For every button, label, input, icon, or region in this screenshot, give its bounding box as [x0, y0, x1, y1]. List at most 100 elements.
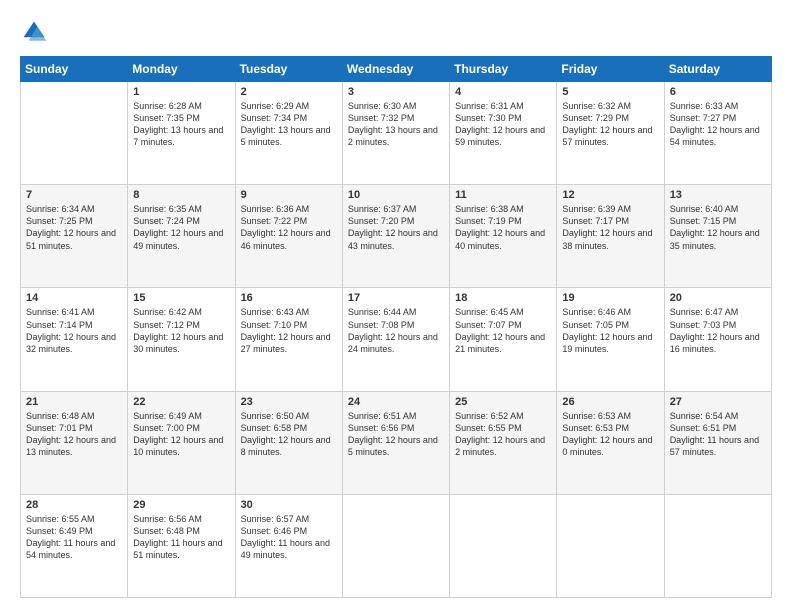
- calendar-cell: 1 Sunrise: 6:28 AMSunset: 7:35 PMDaylight…: [128, 82, 235, 185]
- col-header-monday: Monday: [128, 57, 235, 82]
- calendar-cell: 18 Sunrise: 6:45 AMSunset: 7:07 PMDayligh…: [450, 288, 557, 391]
- day-number: 24: [348, 396, 444, 408]
- calendar-cell: 28 Sunrise: 6:55 AMSunset: 6:49 PMDayligh…: [21, 494, 128, 597]
- day-number: 10: [348, 189, 444, 201]
- logo-icon: [20, 18, 48, 46]
- calendar-cell: 25 Sunrise: 6:52 AMSunset: 6:55 PMDayligh…: [450, 391, 557, 494]
- calendar-cell: 24 Sunrise: 6:51 AMSunset: 6:56 PMDayligh…: [342, 391, 449, 494]
- calendar-cell: 8 Sunrise: 6:35 AMSunset: 7:24 PMDaylight…: [128, 185, 235, 288]
- cell-info: Sunrise: 6:54 AMSunset: 6:51 PMDaylight:…: [670, 410, 766, 459]
- col-header-sunday: Sunday: [21, 57, 128, 82]
- calendar-cell: 5 Sunrise: 6:32 AMSunset: 7:29 PMDaylight…: [557, 82, 664, 185]
- week-row-3: 14 Sunrise: 6:41 AMSunset: 7:14 PMDayligh…: [21, 288, 772, 391]
- cell-info: Sunrise: 6:50 AMSunset: 6:58 PMDaylight:…: [241, 410, 337, 459]
- calendar-cell: 3 Sunrise: 6:30 AMSunset: 7:32 PMDaylight…: [342, 82, 449, 185]
- day-number: 25: [455, 396, 551, 408]
- calendar-cell: 12Sunrise: 6:39 AMSunset: 7:17 PMDayligh…: [557, 185, 664, 288]
- cell-info: Sunrise: 6:40 AMSunset: 7:15 PMDaylight:…: [670, 203, 766, 252]
- cell-info: Sunrise: 6:38 AMSunset: 7:19 PMDaylight:…: [455, 203, 551, 252]
- calendar-header-row: SundayMondayTuesdayWednesdayThursdayFrid…: [21, 57, 772, 82]
- day-number: 19: [562, 292, 658, 304]
- calendar-cell: 9 Sunrise: 6:36 AMSunset: 7:22 PMDaylight…: [235, 185, 342, 288]
- day-number: 16: [241, 292, 337, 304]
- day-number: 1: [133, 86, 229, 98]
- cell-info: Sunrise: 6:44 AMSunset: 7:08 PMDaylight:…: [348, 306, 444, 355]
- day-number: 13: [670, 189, 766, 201]
- calendar-cell: 16 Sunrise: 6:43 AMSunset: 7:10 PMDayligh…: [235, 288, 342, 391]
- day-number: 20: [670, 292, 766, 304]
- calendar-cell: 22 Sunrise: 6:49 AMSunset: 7:00 PMDayligh…: [128, 391, 235, 494]
- header: [20, 18, 772, 46]
- calendar-cell: [342, 494, 449, 597]
- day-number: 7: [26, 189, 122, 201]
- calendar-cell: [557, 494, 664, 597]
- cell-info: Sunrise: 6:56 AMSunset: 6:48 PMDaylight:…: [133, 513, 229, 562]
- calendar-cell: [450, 494, 557, 597]
- calendar-cell: [664, 494, 771, 597]
- calendar-table: SundayMondayTuesdayWednesdayThursdayFrid…: [20, 56, 772, 598]
- day-number: 3: [348, 86, 444, 98]
- cell-info: Sunrise: 6:45 AMSunset: 7:07 PMDaylight:…: [455, 306, 551, 355]
- day-number: 17: [348, 292, 444, 304]
- calendar-cell: 15Sunrise: 6:42 AMSunset: 7:12 PMDayligh…: [128, 288, 235, 391]
- cell-info: Sunrise: 6:35 AMSunset: 7:24 PMDaylight:…: [133, 203, 229, 252]
- cell-info: Sunrise: 6:53 AMSunset: 6:53 PMDaylight:…: [562, 410, 658, 459]
- day-number: 22: [133, 396, 229, 408]
- cell-info: Sunrise: 6:34 AMSunset: 7:25 PMDaylight:…: [26, 203, 122, 252]
- calendar-cell: 7 Sunrise: 6:34 AMSunset: 7:25 PMDaylight…: [21, 185, 128, 288]
- cell-info: Sunrise: 6:55 AMSunset: 6:49 PMDaylight:…: [26, 513, 122, 562]
- calendar-cell: 30 Sunrise: 6:57 AMSunset: 6:46 PMDayligh…: [235, 494, 342, 597]
- cell-info: Sunrise: 6:46 AMSunset: 7:05 PMDaylight:…: [562, 306, 658, 355]
- cell-info: Sunrise: 6:49 AMSunset: 7:00 PMDaylight:…: [133, 410, 229, 459]
- cell-info: Sunrise: 6:31 AMSunset: 7:30 PMDaylight:…: [455, 100, 551, 149]
- cell-info: Sunrise: 6:42 AMSunset: 7:12 PMDaylight:…: [133, 306, 229, 355]
- week-row-1: 1 Sunrise: 6:28 AMSunset: 7:35 PMDaylight…: [21, 82, 772, 185]
- day-number: 27: [670, 396, 766, 408]
- day-number: 11: [455, 189, 551, 201]
- calendar-cell: 21 Sunrise: 6:48 AMSunset: 7:01 PMDayligh…: [21, 391, 128, 494]
- cell-info: Sunrise: 6:43 AMSunset: 7:10 PMDaylight:…: [241, 306, 337, 355]
- logo: [20, 18, 52, 46]
- col-header-wednesday: Wednesday: [342, 57, 449, 82]
- calendar-cell: 17 Sunrise: 6:44 AMSunset: 7:08 PMDayligh…: [342, 288, 449, 391]
- cell-info: Sunrise: 6:30 AMSunset: 7:32 PMDaylight:…: [348, 100, 444, 149]
- day-number: 18: [455, 292, 551, 304]
- cell-info: Sunrise: 6:33 AMSunset: 7:27 PMDaylight:…: [670, 100, 766, 149]
- col-header-tuesday: Tuesday: [235, 57, 342, 82]
- cell-info: Sunrise: 6:57 AMSunset: 6:46 PMDaylight:…: [241, 513, 337, 562]
- day-number: 26: [562, 396, 658, 408]
- day-number: 8: [133, 189, 229, 201]
- cell-info: Sunrise: 6:51 AMSunset: 6:56 PMDaylight:…: [348, 410, 444, 459]
- calendar-cell: 2 Sunrise: 6:29 AMSunset: 7:34 PMDaylight…: [235, 82, 342, 185]
- calendar-cell: 23 Sunrise: 6:50 AMSunset: 6:58 PMDayligh…: [235, 391, 342, 494]
- cell-info: Sunrise: 6:41 AMSunset: 7:14 PMDaylight:…: [26, 306, 122, 355]
- day-number: 21: [26, 396, 122, 408]
- calendar-cell: 13 Sunrise: 6:40 AMSunset: 7:15 PMDayligh…: [664, 185, 771, 288]
- cell-info: Sunrise: 6:36 AMSunset: 7:22 PMDaylight:…: [241, 203, 337, 252]
- week-row-2: 7 Sunrise: 6:34 AMSunset: 7:25 PMDaylight…: [21, 185, 772, 288]
- col-header-saturday: Saturday: [664, 57, 771, 82]
- day-number: 2: [241, 86, 337, 98]
- cell-info: Sunrise: 6:48 AMSunset: 7:01 PMDaylight:…: [26, 410, 122, 459]
- day-number: 6: [670, 86, 766, 98]
- day-number: 30: [241, 499, 337, 511]
- week-row-5: 28 Sunrise: 6:55 AMSunset: 6:49 PMDayligh…: [21, 494, 772, 597]
- calendar-cell: 19 Sunrise: 6:46 AMSunset: 7:05 PMDayligh…: [557, 288, 664, 391]
- col-header-thursday: Thursday: [450, 57, 557, 82]
- day-number: 29: [133, 499, 229, 511]
- cell-info: Sunrise: 6:28 AMSunset: 7:35 PMDaylight:…: [133, 100, 229, 149]
- day-number: 9: [241, 189, 337, 201]
- day-number: 14: [26, 292, 122, 304]
- day-number: 4: [455, 86, 551, 98]
- cell-info: Sunrise: 6:29 AMSunset: 7:34 PMDaylight:…: [241, 100, 337, 149]
- page: SundayMondayTuesdayWednesdayThursdayFrid…: [0, 0, 792, 612]
- day-number: 5: [562, 86, 658, 98]
- col-header-friday: Friday: [557, 57, 664, 82]
- day-number: 28: [26, 499, 122, 511]
- day-number: 23: [241, 396, 337, 408]
- cell-info: Sunrise: 6:39 AMSunset: 7:17 PMDaylight:…: [562, 203, 658, 252]
- calendar-cell: 10Sunrise: 6:37 AMSunset: 7:20 PMDayligh…: [342, 185, 449, 288]
- calendar-cell: 20Sunrise: 6:47 AMSunset: 7:03 PMDayligh…: [664, 288, 771, 391]
- cell-info: Sunrise: 6:32 AMSunset: 7:29 PMDaylight:…: [562, 100, 658, 149]
- cell-info: Sunrise: 6:52 AMSunset: 6:55 PMDaylight:…: [455, 410, 551, 459]
